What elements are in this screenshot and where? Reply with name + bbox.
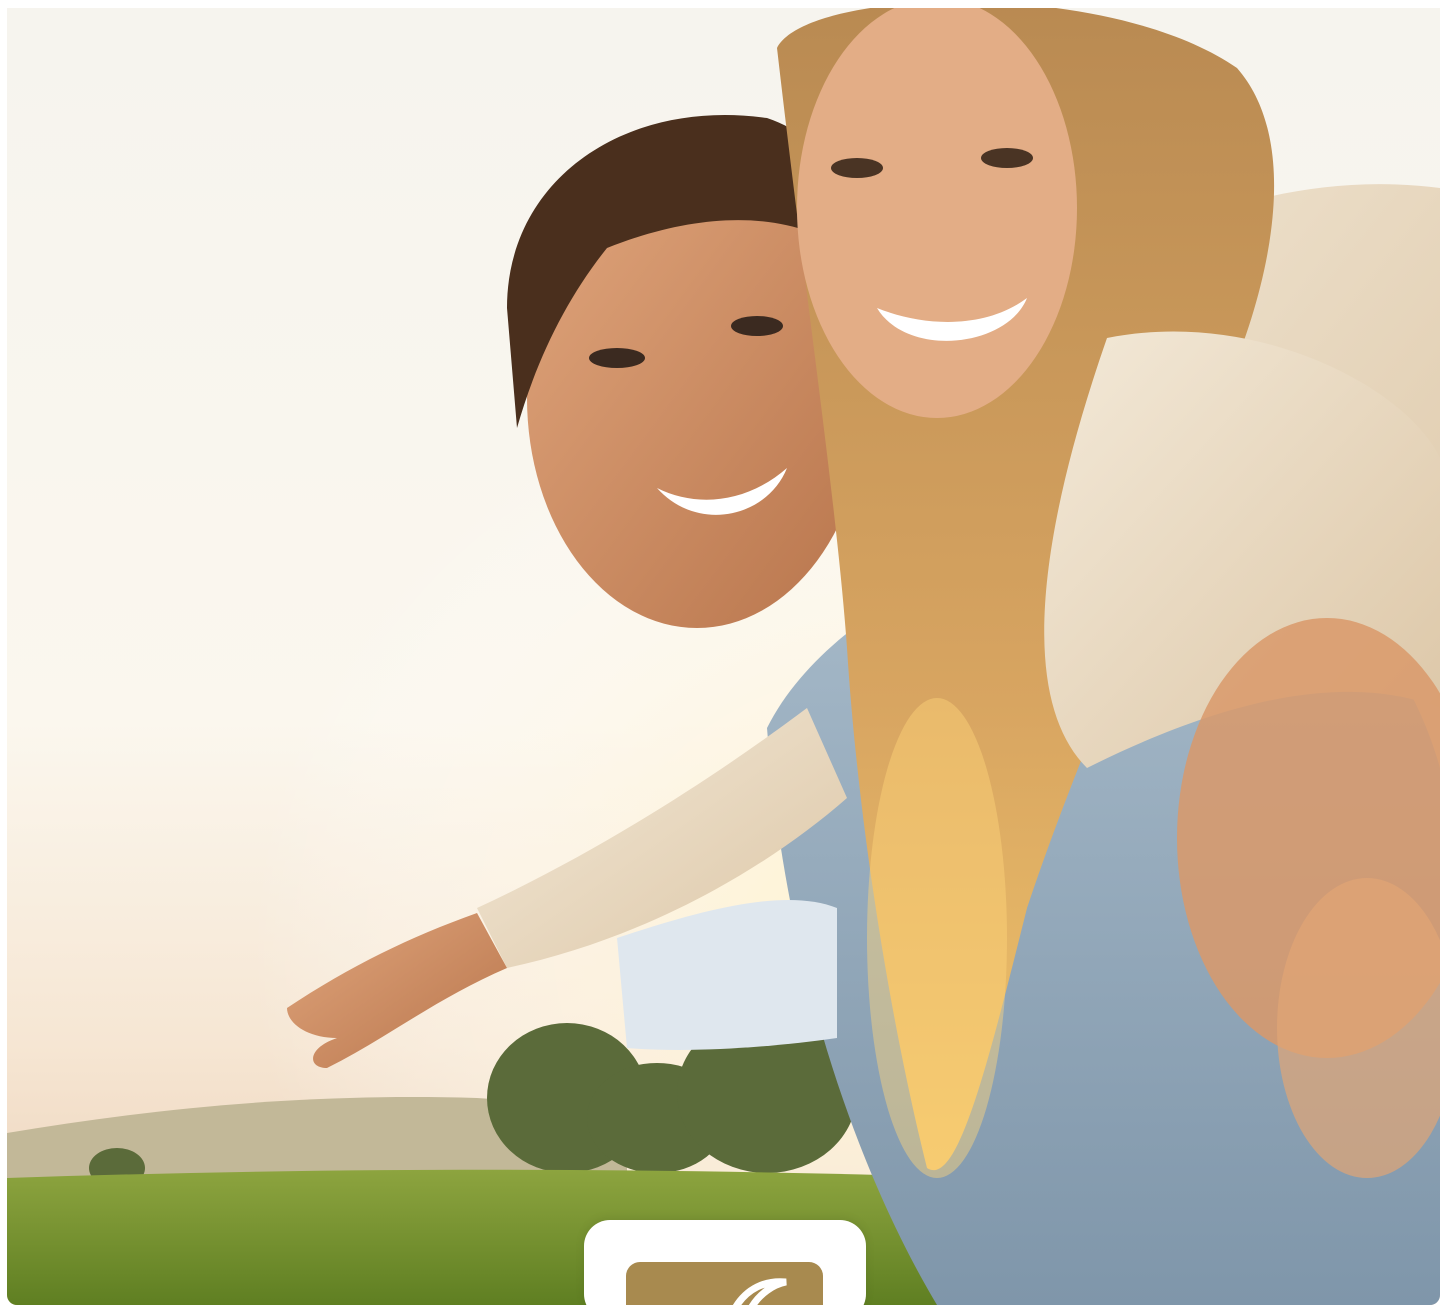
logo-tile xyxy=(626,1262,823,1305)
page xyxy=(0,0,1440,1305)
hero-photo-illustration xyxy=(7,8,1440,1305)
logo-card[interactable] xyxy=(584,1220,866,1305)
top-edge xyxy=(0,0,790,8)
swoosh-logo-icon xyxy=(733,1278,787,1305)
hero-image xyxy=(7,8,1440,1305)
